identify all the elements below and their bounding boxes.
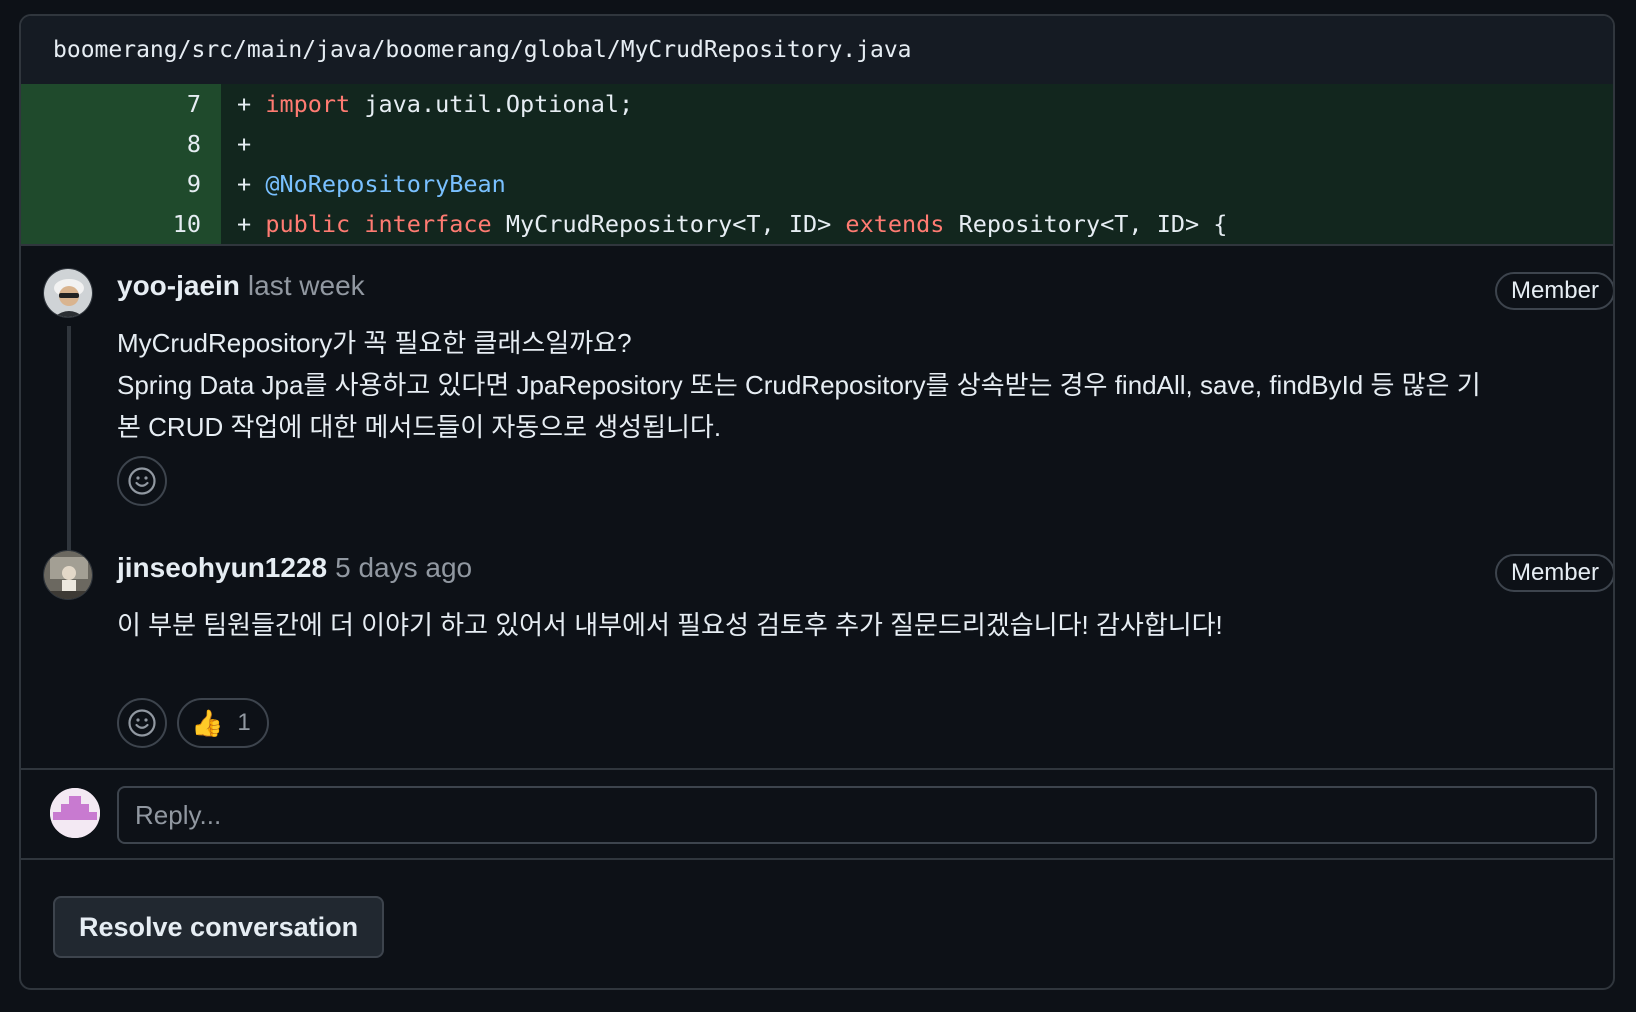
smiley-icon: [128, 467, 156, 495]
comment-text-line: Spring Data Jpa를 사용하고 있다면 JpaRepository …: [117, 370, 1481, 400]
avatar-image: [44, 551, 92, 599]
reaction-count: 1: [237, 709, 251, 736]
member-badge: Member: [1494, 554, 1613, 592]
avatar[interactable]: [43, 268, 93, 318]
file-path[interactable]: boomerang/src/main/java/boomerang/global…: [53, 37, 912, 63]
review-comment: yoo-jaein last week Member ••• MyCrudRep…: [21, 268, 1613, 528]
comment-header: yoo-jaein last week: [117, 270, 365, 302]
code-text: Repository<T, ID> {: [944, 210, 1228, 238]
diff-marker: +: [237, 90, 252, 118]
comment-text-line: MyCrudRepository가 꼭 필요한 클래스일까요?: [117, 328, 632, 358]
reply-area: [21, 768, 1613, 860]
diff-hunk: 7 + import java.util.Optional; 8 + 9 + @…: [21, 84, 1613, 246]
annotation: @NoRepositoryBean: [265, 170, 506, 198]
reactions-row: [117, 456, 167, 506]
line-number[interactable]: 7: [21, 84, 221, 124]
diff-line: 7 + import java.util.Optional;: [21, 84, 1613, 124]
reply-input[interactable]: [117, 786, 1597, 844]
line-number[interactable]: 10: [21, 204, 221, 244]
diff-marker: +: [237, 210, 252, 238]
file-path-header: boomerang/src/main/java/boomerang/global…: [21, 16, 1613, 84]
diff-marker: +: [237, 170, 252, 198]
keyword: public: [265, 210, 351, 238]
avatar[interactable]: [43, 550, 93, 600]
diff-line: 8 +: [21, 124, 1613, 164]
keyword: import: [265, 90, 351, 118]
thumbs-up-icon: 👍: [191, 707, 224, 738]
comment-text-line: 본 CRUD 작업에 대한 메서드들이 자동으로 생성됩니다.: [117, 412, 722, 442]
diff-code: + import java.util.Optional;: [221, 90, 633, 118]
smiley-icon: [128, 709, 156, 737]
comment-text-line: 이 부분 팀원들간에 더 이야기 하고 있어서 내부에서 필요성 검토후 추가 …: [117, 610, 1223, 640]
comment-header: jinseohyun1228 5 days ago: [117, 552, 472, 584]
diff-marker: +: [237, 130, 252, 158]
author-name[interactable]: jinseohyun1228: [117, 552, 327, 584]
code-text: java.util.Optional;: [350, 90, 634, 118]
code-text: MyCrudRepository<T, ID>: [491, 210, 846, 238]
add-reaction-button[interactable]: [117, 456, 167, 506]
comment-body: MyCrudRepository가 꼭 필요한 클래스일까요? Spring D…: [117, 322, 1537, 448]
resolve-conversation-button[interactable]: Resolve conversation: [53, 896, 385, 958]
member-badge: Member: [1494, 272, 1613, 310]
avatar-image: [44, 269, 92, 317]
comment-timestamp[interactable]: last week: [248, 270, 365, 302]
line-number[interactable]: 8: [21, 124, 221, 164]
identicon-icon: [50, 788, 100, 838]
thumbs-up-reaction[interactable]: 👍 1: [177, 698, 269, 748]
diff-code: + @NoRepositoryBean: [221, 170, 506, 198]
author-name[interactable]: yoo-jaein: [117, 270, 240, 302]
diff-line: 9 + @NoRepositoryBean: [21, 164, 1613, 204]
diff-code: +: [221, 130, 251, 158]
diff-code: + public interface MyCrudRepository<T, I…: [221, 210, 1227, 238]
add-reaction-button[interactable]: [117, 698, 167, 748]
line-number[interactable]: 9: [21, 164, 221, 204]
comment-timestamp[interactable]: 5 days ago: [335, 552, 472, 584]
diff-line: 10 + public interface MyCrudRepository<T…: [21, 204, 1613, 244]
current-user-avatar[interactable]: [50, 788, 100, 838]
keyword: extends: [845, 210, 945, 238]
review-comment: jinseohyun1228 5 days ago Member ••• 이 부…: [21, 550, 1613, 750]
review-thread: boomerang/src/main/java/boomerang/global…: [19, 14, 1615, 990]
comment-body: 이 부분 팀원들간에 더 이야기 하고 있어서 내부에서 필요성 검토후 추가 …: [117, 604, 1537, 646]
reactions-row: 👍 1: [117, 698, 269, 748]
keyword: interface: [364, 210, 492, 238]
